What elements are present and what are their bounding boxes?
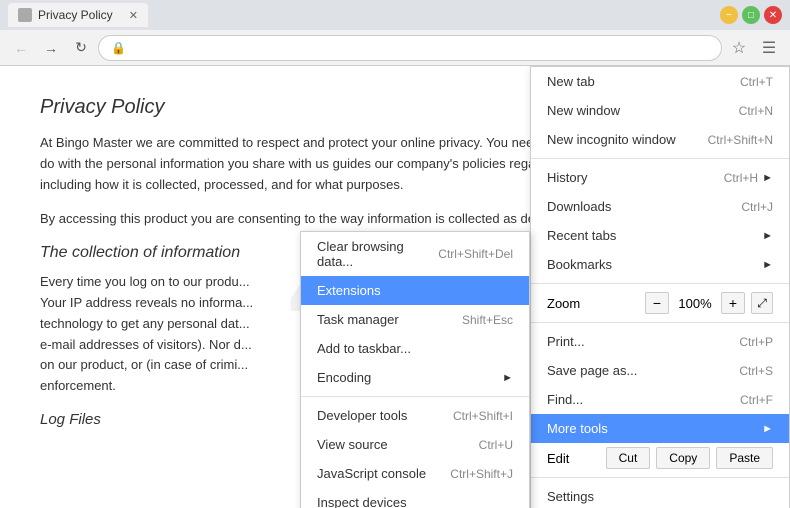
zoom-label: Zoom <box>547 296 639 311</box>
menu-item-label: New tab <box>547 74 595 89</box>
arrow-icon: ► <box>502 372 513 384</box>
menu-item-find[interactable]: Find... Ctrl+F <box>531 385 789 414</box>
menu-item-shortcut: Ctrl+J <box>741 200 773 214</box>
browser-tab[interactable]: Privacy Policy ✕ <box>8 3 148 27</box>
menu-item-label: Find... <box>547 392 583 407</box>
menu-item-incognito[interactable]: New incognito window Ctrl+Shift+N <box>531 125 789 154</box>
menu-item-new-window[interactable]: New window Ctrl+N <box>531 96 789 125</box>
menu-divider <box>531 283 789 284</box>
submenu-item-label: View source <box>317 437 388 452</box>
reload-button[interactable]: ↻ <box>68 35 94 61</box>
submenu-item-label: Encoding <box>317 370 371 385</box>
menu-item-new-tab[interactable]: New tab Ctrl+T <box>531 67 789 96</box>
title-bar: Privacy Policy ✕ − □ ✕ <box>0 0 790 30</box>
menu-divider <box>531 158 789 159</box>
zoom-plus-button[interactable]: + <box>721 292 745 314</box>
submenu-item-label: Add to taskbar... <box>317 341 411 356</box>
submenu-item-label: Extensions <box>317 283 381 298</box>
menu-item-more-tools[interactable]: More tools ► <box>531 414 789 443</box>
menu-item-print[interactable]: Print... Ctrl+P <box>531 327 789 356</box>
tab-close-button[interactable]: ✕ <box>129 9 138 22</box>
edit-row: Edit Cut Copy Paste <box>531 443 789 473</box>
nav-right-buttons: ☆ ☰ <box>726 35 782 61</box>
forward-button[interactable]: → <box>38 35 64 61</box>
submenu-item-dev-tools[interactable]: Developer tools Ctrl+Shift+I <box>301 401 529 430</box>
menu-item-recent-tabs[interactable]: Recent tabs ► <box>531 221 789 250</box>
submenu-item-extensions[interactable]: Extensions <box>301 276 529 305</box>
tab-title: Privacy Policy <box>38 8 113 22</box>
menu-item-save-page[interactable]: Save page as... Ctrl+S <box>531 356 789 385</box>
bookmark-button[interactable]: ☆ <box>726 35 752 61</box>
zoom-value: 100% <box>675 296 715 311</box>
edit-label: Edit <box>547 451 600 466</box>
zoom-fullscreen-button[interactable]: ⤢ <box>751 292 773 314</box>
menu-item-shortcut: Ctrl+S <box>739 364 773 378</box>
zoom-minus-button[interactable]: − <box>645 292 669 314</box>
page-url: 🔒 <box>111 41 126 55</box>
menu-item-label: Settings <box>547 489 594 504</box>
back-button[interactable]: ← <box>8 35 34 61</box>
submenu-item-clear-browsing[interactable]: Clear browsing data... Ctrl+Shift+Del <box>301 232 529 276</box>
more-tools-submenu: Clear browsing data... Ctrl+Shift+Del Ex… <box>300 231 530 508</box>
submenu-item-label: Task manager <box>317 312 399 327</box>
submenu-item-view-source[interactable]: View source Ctrl+U <box>301 430 529 459</box>
arrow-icon: ► <box>762 259 773 271</box>
chrome-menu: New tab Ctrl+T New window Ctrl+N New inc… <box>530 66 790 508</box>
menu-item-label: New incognito window <box>547 132 676 147</box>
address-bar[interactable]: 🔒 <box>98 35 722 61</box>
menu-item-label: Recent tabs <box>547 228 616 243</box>
submenu-item-inspect-devices[interactable]: Inspect devices <box>301 488 529 508</box>
menu-item-shortcut: Ctrl+N <box>739 104 773 118</box>
menu-item-downloads[interactable]: Downloads Ctrl+J <box>531 192 789 221</box>
menu-item-shortcut: Ctrl+Shift+N <box>708 133 773 147</box>
submenu-item-label: Developer tools <box>317 408 407 423</box>
zoom-row: Zoom − 100% + ⤢ <box>531 288 789 318</box>
browser-frame: Privacy Policy ✕ − □ ✕ ← → ↻ 🔒 ☆ ☰ 477 P… <box>0 0 790 508</box>
window-controls: − □ ✕ <box>720 6 782 24</box>
maximize-button[interactable]: □ <box>742 6 760 24</box>
menu-item-settings[interactable]: Settings <box>531 482 789 508</box>
menu-item-shortcut: Ctrl+F <box>740 393 773 407</box>
navigation-bar: ← → ↻ 🔒 ☆ ☰ <box>0 30 790 66</box>
tab-favicon <box>18 8 32 22</box>
menu-item-label: Downloads <box>547 199 611 214</box>
menu-item-label: Save page as... <box>547 363 637 378</box>
submenu-item-js-console[interactable]: JavaScript console Ctrl+Shift+J <box>301 459 529 488</box>
submenu-item-add-taskbar[interactable]: Add to taskbar... <box>301 334 529 363</box>
arrow-icon: ► <box>762 172 773 184</box>
menu-item-bookmarks[interactable]: Bookmarks ► <box>531 250 789 279</box>
menu-item-label: Bookmarks <box>547 257 612 272</box>
paste-button[interactable]: Paste <box>716 447 773 469</box>
menu-item-history[interactable]: History Ctrl+H ► <box>531 163 789 192</box>
minimize-button[interactable]: − <box>720 6 738 24</box>
copy-button[interactable]: Copy <box>656 447 710 469</box>
submenu-item-label: JavaScript console <box>317 466 426 481</box>
submenu-item-encoding[interactable]: Encoding ► <box>301 363 529 392</box>
arrow-icon: ► <box>762 230 773 242</box>
menu-divider <box>531 322 789 323</box>
cut-button[interactable]: Cut <box>606 447 651 469</box>
menu-item-label: More tools <box>547 421 608 436</box>
arrow-icon: ► <box>762 423 773 435</box>
menu-item-label: History <box>547 170 587 185</box>
close-button[interactable]: ✕ <box>764 6 782 24</box>
submenu-divider <box>301 396 529 397</box>
menu-divider <box>531 477 789 478</box>
menu-item-label: Print... <box>547 334 585 349</box>
content-area: 477 Privacy Policy At Bingo Master we ar… <box>0 66 790 508</box>
menu-item-label: New window <box>547 103 620 118</box>
menu-item-shortcut: Ctrl+P <box>739 335 773 349</box>
submenu-item-label: Inspect devices <box>317 495 407 508</box>
menu-item-shortcut: Ctrl+T <box>740 75 773 89</box>
submenu-item-label: Clear browsing data... <box>317 239 438 269</box>
menu-item-shortcut: Ctrl+H <box>724 171 758 185</box>
submenu-item-task-manager[interactable]: Task manager Shift+Esc <box>301 305 529 334</box>
chrome-menu-button[interactable]: ☰ <box>756 35 782 61</box>
